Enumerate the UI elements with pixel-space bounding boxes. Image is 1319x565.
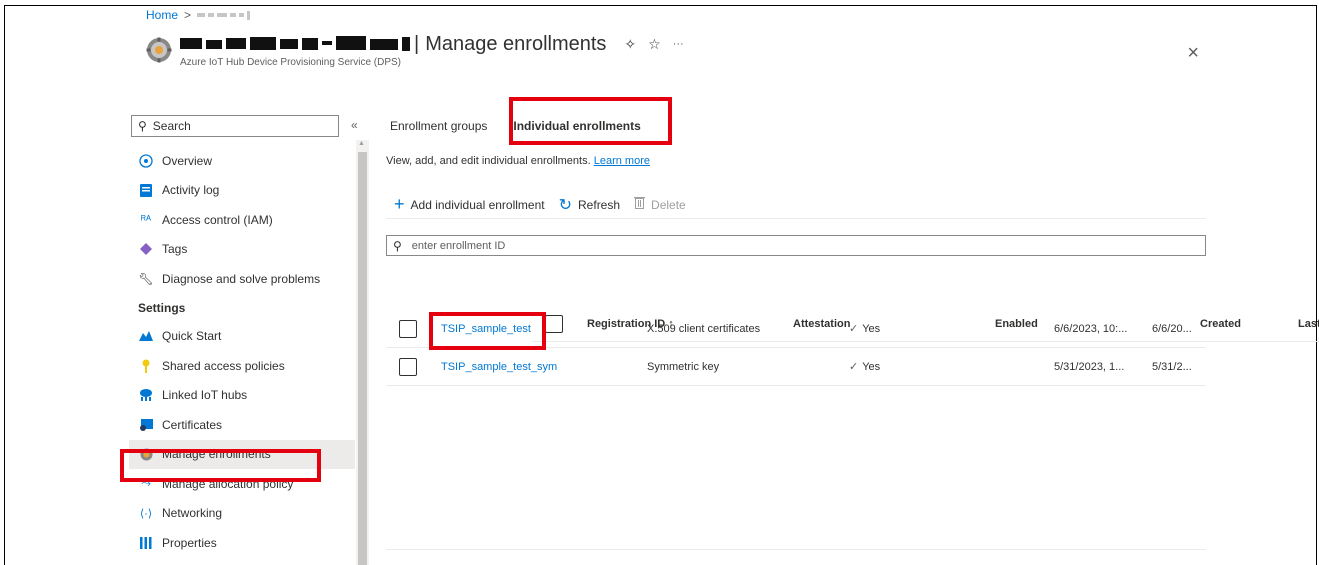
learn-more-link[interactable]: Learn more: [594, 155, 650, 167]
row-checkbox[interactable]: [399, 319, 417, 338]
plus-icon: +: [394, 194, 405, 214]
sidebar-item-networking[interactable]: ⟨·⟩ Networking: [129, 499, 355, 529]
highlight-individual-enrollments-tab: [509, 97, 672, 145]
attestation-cell: Symmetric key: [647, 360, 720, 373]
search-placeholder: Search: [152, 119, 191, 133]
overview-icon: [138, 153, 154, 169]
created-cell: 6/6/2023, 10:...: [1054, 322, 1128, 335]
sidebar-item-shared-access-policies[interactable]: Shared access policies: [129, 351, 355, 381]
sidebar-item-label: Linked IoT hubs: [162, 388, 248, 403]
sidebar-item-label: Certificates: [162, 417, 223, 432]
delete-button-label: Delete: [651, 197, 686, 212]
column-header-last-updated[interactable]: Last u...: [1298, 318, 1319, 330]
checkmark-icon: ✓: [849, 323, 859, 335]
sidebar-item-diagnose[interactable]: 🔧︎ Diagnose and solve problems: [129, 264, 355, 294]
sidebar-item-access-control[interactable]: ᴿᴬ Access control (IAM): [129, 205, 355, 235]
sidebar-item-label: Diagnose and solve problems: [162, 271, 321, 286]
refresh-button[interactable]: ↻ Refresh: [559, 195, 620, 215]
filter-placeholder: enter enrollment ID: [411, 239, 506, 252]
sidebar-item-label: Tags: [162, 242, 188, 257]
toolbar-divider: [386, 218, 1206, 219]
pin-icon[interactable]: ✧: [624, 36, 636, 53]
more-icon[interactable]: ···: [673, 38, 684, 50]
scrollbar-thumb[interactable]: [358, 152, 367, 565]
sidebar-item-label: Access control (IAM): [162, 212, 273, 227]
sidebar-item-quick-start[interactable]: Quick Start: [129, 322, 355, 352]
sidebar-item-overview[interactable]: Overview: [129, 146, 355, 176]
breadcrumb-redacted-resource[interactable]: [197, 10, 251, 20]
grid-bottom-divider: [386, 549, 1206, 550]
sidebar-item-label: Properties: [162, 535, 217, 550]
sidebar-item-tags[interactable]: Tags: [129, 235, 355, 265]
certificate-icon: [138, 417, 154, 433]
row-checkbox[interactable]: [399, 357, 417, 376]
sidebar-item-label: Shared access policies: [162, 358, 285, 373]
sidebar-nav: Overview Activity log ᴿᴬ Access control …: [129, 146, 355, 558]
highlight-registration-id-link: [429, 312, 546, 350]
redacted-resource-name: [180, 35, 412, 53]
sidebar-item-certificates[interactable]: Certificates: [129, 410, 355, 440]
breadcrumb-separator: >: [184, 8, 192, 22]
add-individual-enrollment-button[interactable]: + Add individual enrollment: [394, 194, 545, 215]
table-row[interactable]: TSIP_sample_test_sym Symmetric key ✓ Yes …: [386, 348, 1206, 386]
sidebar-item-activity-log[interactable]: Activity log: [129, 176, 355, 206]
registration-id-link[interactable]: TSIP_sample_test_sym: [441, 361, 557, 373]
iam-icon: ᴿᴬ: [141, 213, 151, 226]
command-bar: + Add individual enrollment ↻ Refresh De…: [394, 194, 700, 215]
delete-button[interactable]: Delete: [634, 196, 686, 214]
breadcrumb-home[interactable]: Home: [146, 8, 178, 22]
last-updated-cell: 5/31/2...: [1152, 360, 1192, 373]
sidebar-item-label: Networking: [162, 506, 223, 521]
page-subtitle: Azure IoT Hub Device Provisioning Servic…: [180, 57, 402, 68]
sidebar-section-settings: Settings: [138, 300, 186, 315]
sidebar-item-linked-iot-hubs[interactable]: Linked IoT hubs: [129, 381, 355, 411]
refresh-icon: ↻: [558, 196, 573, 214]
breadcrumb: Home >: [146, 8, 251, 22]
column-header-created[interactable]: Created: [1200, 318, 1241, 330]
last-updated-cell: 6/6/20...: [1152, 322, 1192, 335]
close-icon[interactable]: ×: [1187, 42, 1199, 65]
sidebar: ⚲ Search « Overview Activity log ᴿᴬ Acce…: [129, 112, 371, 565]
key-icon: [138, 358, 154, 374]
refresh-button-label: Refresh: [578, 197, 621, 212]
tag-icon: [138, 241, 154, 257]
page-header: | Manage enrollments ✧ ☆ ··· Azure IoT H…: [146, 32, 684, 68]
sidebar-item-label: Quick Start: [162, 329, 222, 344]
properties-icon: [138, 535, 154, 551]
attestation-cell: X.509 client certificates: [647, 322, 761, 335]
wrench-icon: 🔧︎: [138, 271, 154, 286]
iot-hub-icon: [138, 387, 154, 403]
activity-log-icon: [138, 182, 154, 198]
quickstart-icon: [138, 328, 154, 344]
description-text: View, add, and edit individual enrollmen…: [386, 155, 591, 167]
trash-icon: [634, 196, 646, 214]
enabled-value: Yes: [862, 323, 881, 335]
search-icon: ⚲: [138, 119, 147, 133]
enabled-cell: ✓ Yes: [849, 322, 880, 335]
page-description: View, add, and edit individual enrollmen…: [386, 155, 650, 167]
sidebar-item-label: Overview: [162, 153, 213, 168]
checkmark-icon: ✓: [849, 361, 859, 373]
highlight-manage-enrollments-item: [120, 449, 321, 482]
sidebar-scrollbar[interactable]: ▲: [356, 140, 369, 565]
collapse-sidebar-icon[interactable]: «: [351, 118, 358, 132]
enabled-cell: ✓ Yes: [849, 360, 880, 373]
tab-enrollment-groups[interactable]: Enrollment groups: [390, 113, 487, 139]
search-icon: ⚲: [393, 238, 402, 253]
star-icon[interactable]: ☆: [648, 36, 661, 53]
add-button-label: Add individual enrollment: [410, 197, 545, 212]
page-title: Manage enrollments: [425, 32, 607, 55]
dps-gear-icon: [146, 37, 172, 63]
sidebar-item-properties[interactable]: Properties: [129, 528, 355, 558]
networking-icon: ⟨·⟩: [139, 507, 153, 520]
enabled-value: Yes: [862, 361, 881, 373]
sidebar-search-input[interactable]: ⚲ Search: [131, 115, 339, 137]
title-separator: |: [414, 32, 420, 55]
created-cell: 5/31/2023, 1...: [1054, 360, 1125, 373]
scroll-up-icon[interactable]: ▲: [358, 140, 365, 147]
sidebar-item-label: Activity log: [162, 183, 220, 198]
enrollment-id-filter-input[interactable]: ⚲ enter enrollment ID: [386, 235, 1206, 256]
